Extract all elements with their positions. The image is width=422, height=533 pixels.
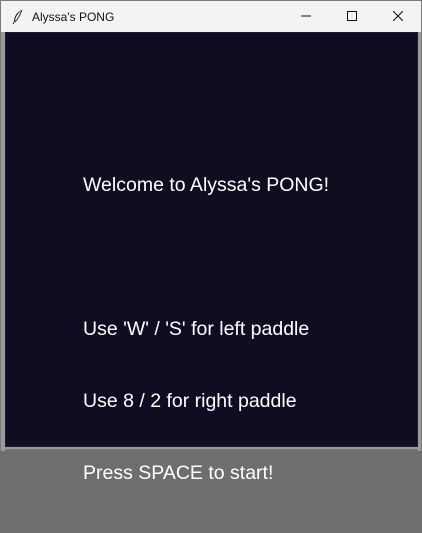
title-bar[interactable]: Alyssa's PONG — [1, 1, 421, 32]
maximize-button[interactable] — [329, 1, 375, 32]
window-controls — [283, 1, 421, 32]
maximize-icon — [347, 8, 357, 26]
welcome-title: Welcome to Alyssa's PONG! — [83, 174, 330, 196]
close-icon — [392, 8, 404, 26]
minimize-button[interactable] — [283, 1, 329, 32]
feather-icon — [10, 9, 26, 25]
game-canvas[interactable]: Welcome to Alyssa's PONG! Use 'W' / 'S' … — [5, 32, 418, 484]
window-frame-right — [418, 32, 421, 451]
welcome-message: Welcome to Alyssa's PONG! Use 'W' / 'S' … — [83, 125, 329, 533]
app-window: Alyssa's PONG Welcome to Alyssa's PONG! … — [0, 0, 422, 484]
window-title: Alyssa's PONG — [32, 9, 115, 24]
close-button[interactable] — [375, 1, 421, 32]
minimize-icon — [301, 8, 311, 26]
left-paddle-instructions: Use 'W' / 'S' for left paddle — [83, 318, 310, 340]
right-paddle-instructions: Use 8 / 2 for right paddle — [83, 390, 297, 412]
start-instructions: Press SPACE to start! — [83, 462, 274, 484]
